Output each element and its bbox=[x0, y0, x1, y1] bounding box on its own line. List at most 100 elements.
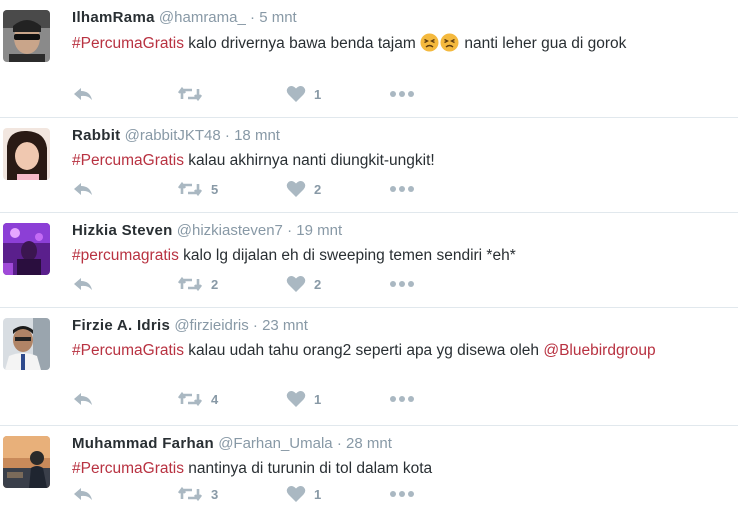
heart-icon bbox=[286, 86, 306, 102]
user-handle[interactable]: @firzieidris bbox=[174, 317, 248, 334]
like-count: 2 bbox=[314, 276, 322, 292]
tweet-text: #percumagratis kalo lg dijalan eh di swe… bbox=[72, 246, 712, 266]
more-button[interactable] bbox=[389, 84, 415, 104]
like-count: 2 bbox=[314, 181, 322, 197]
retweet-icon bbox=[177, 181, 203, 197]
more-button[interactable] bbox=[389, 389, 415, 409]
reply-icon bbox=[74, 278, 92, 290]
reply-button[interactable] bbox=[72, 274, 94, 294]
reply-icon bbox=[74, 488, 92, 500]
separator-dot: · bbox=[336, 435, 342, 452]
more-button[interactable] bbox=[389, 179, 415, 199]
like-button[interactable]: 1 bbox=[286, 484, 321, 504]
hashtag-link[interactable]: #PercumaGratis bbox=[72, 342, 184, 359]
user-name[interactable]: Hizkia Steven bbox=[72, 222, 173, 239]
separator-dot: · bbox=[224, 127, 230, 144]
more-icon bbox=[390, 396, 414, 402]
more-icon bbox=[390, 491, 414, 497]
tweet-feed: IlhamRama @hamrama_ · 5 mnt #PercumaGrat… bbox=[0, 0, 738, 515]
tweet-text: #PercumaGratis kalo drivernya bawa benda… bbox=[72, 33, 712, 54]
avatar[interactable] bbox=[3, 318, 50, 370]
tweet-text-content: nantinya di turunin di tol dalam kota bbox=[188, 460, 433, 477]
separator-dot: · bbox=[250, 9, 256, 26]
timestamp[interactable]: 19 mnt bbox=[296, 222, 342, 239]
user-name[interactable]: Rabbit bbox=[72, 127, 120, 144]
user-handle[interactable]: @Farhan_Umala bbox=[218, 435, 332, 452]
reply-button[interactable] bbox=[72, 179, 94, 199]
tweet: Muhammad Farhan @Farhan_Umala · 28 mnt #… bbox=[0, 426, 738, 515]
reply-icon bbox=[74, 88, 92, 100]
heart-icon bbox=[286, 486, 306, 502]
retweet-button[interactable] bbox=[177, 84, 211, 104]
tweet-text-content: kalo drivernya bawa benda tajam bbox=[188, 35, 416, 52]
heart-icon bbox=[286, 181, 306, 197]
more-button[interactable] bbox=[389, 484, 415, 504]
hashtag-link[interactable]: #PercumaGratis bbox=[72, 460, 184, 477]
user-name[interactable]: IlhamRama bbox=[72, 9, 155, 26]
timestamp[interactable]: 5 mnt bbox=[259, 9, 297, 26]
reply-icon bbox=[74, 393, 92, 405]
user-handle[interactable]: @hizkiasteven7 bbox=[177, 222, 283, 239]
tweet-header: IlhamRama @hamrama_ · 5 mnt bbox=[72, 9, 297, 26]
hashtag-link[interactable]: #percumagratis bbox=[72, 247, 179, 264]
tweet-header: Hizkia Steven @hizkiasteven7 · 19 mnt bbox=[72, 222, 342, 239]
like-button[interactable]: 2 bbox=[286, 274, 321, 294]
user-name[interactable]: Firzie A. Idris bbox=[72, 317, 170, 334]
tweet-text-content: kalau akhirnya nanti diungkit-ungkit! bbox=[188, 152, 435, 169]
timestamp[interactable]: 18 mnt bbox=[234, 127, 280, 144]
hashtag-link[interactable]: #PercumaGratis bbox=[72, 152, 184, 169]
retweet-icon bbox=[177, 86, 203, 102]
tweet-text-content: kalo lg dijalan eh di sweeping temen sen… bbox=[183, 247, 516, 264]
reply-button[interactable] bbox=[72, 389, 94, 409]
separator-dot: · bbox=[252, 317, 258, 334]
heart-icon bbox=[286, 391, 306, 407]
like-count: 1 bbox=[314, 391, 322, 407]
reply-button[interactable] bbox=[72, 84, 94, 104]
avatar[interactable] bbox=[3, 436, 50, 488]
hashtag-link[interactable]: #PercumaGratis bbox=[72, 35, 184, 52]
separator-dot: · bbox=[287, 222, 293, 239]
user-handle[interactable]: @hamrama_ bbox=[159, 9, 246, 26]
tweet-text: #PercumaGratis kalau akhirnya nanti diun… bbox=[72, 151, 712, 171]
retweet-button[interactable]: 5 bbox=[177, 179, 218, 199]
avatar[interactable] bbox=[3, 223, 50, 275]
retweet-button[interactable]: 3 bbox=[177, 484, 218, 504]
mention-link[interactable]: @Bluebirdgroup bbox=[543, 342, 655, 359]
like-button[interactable]: 2 bbox=[286, 179, 321, 199]
tweet-header: Rabbit @rabbitJKT48 · 18 mnt bbox=[72, 127, 280, 144]
tweet: Firzie A. Idris @firzieidris · 23 mnt #P… bbox=[0, 308, 738, 426]
retweet-button[interactable]: 2 bbox=[177, 274, 218, 294]
heart-icon bbox=[286, 276, 306, 292]
tweet-header: Firzie A. Idris @firzieidris · 23 mnt bbox=[72, 317, 308, 334]
like-button[interactable]: 1 bbox=[286, 389, 321, 409]
retweet-count: 5 bbox=[211, 181, 219, 197]
user-handle[interactable]: @rabbitJKT48 bbox=[125, 127, 221, 144]
tweet: Rabbit @rabbitJKT48 · 18 mnt #PercumaGra… bbox=[0, 118, 738, 213]
retweet-icon bbox=[177, 276, 203, 292]
timestamp[interactable]: 23 mnt bbox=[262, 317, 308, 334]
retweet-button[interactable]: 4 bbox=[177, 389, 218, 409]
more-icon bbox=[390, 281, 414, 287]
like-count: 1 bbox=[314, 486, 322, 502]
retweet-count: 2 bbox=[211, 276, 219, 292]
like-button[interactable]: 1 bbox=[286, 84, 321, 104]
user-name[interactable]: Muhammad Farhan bbox=[72, 435, 214, 452]
retweet-count: 4 bbox=[211, 391, 219, 407]
tweet: IlhamRama @hamrama_ · 5 mnt #PercumaGrat… bbox=[0, 0, 738, 118]
tweet-header: Muhammad Farhan @Farhan_Umala · 28 mnt bbox=[72, 435, 392, 452]
tweet-text: #PercumaGratis kalau udah tahu orang2 se… bbox=[72, 341, 712, 361]
avatar[interactable] bbox=[3, 128, 50, 180]
tweet: Hizkia Steven @hizkiasteven7 · 19 mnt #p… bbox=[0, 213, 738, 308]
tweet-text-content: kalau udah tahu orang2 seperti apa yg di… bbox=[188, 342, 540, 359]
reply-button[interactable] bbox=[72, 484, 94, 504]
more-icon bbox=[390, 186, 414, 192]
avatar[interactable] bbox=[3, 10, 50, 62]
retweet-icon bbox=[177, 391, 203, 407]
more-icon bbox=[390, 91, 414, 97]
retweet-icon bbox=[177, 486, 203, 502]
persevering-face-emoji bbox=[440, 33, 459, 52]
timestamp[interactable]: 28 mnt bbox=[346, 435, 392, 452]
persevering-face-emoji bbox=[420, 33, 439, 52]
retweet-count: 3 bbox=[211, 486, 219, 502]
more-button[interactable] bbox=[389, 274, 415, 294]
